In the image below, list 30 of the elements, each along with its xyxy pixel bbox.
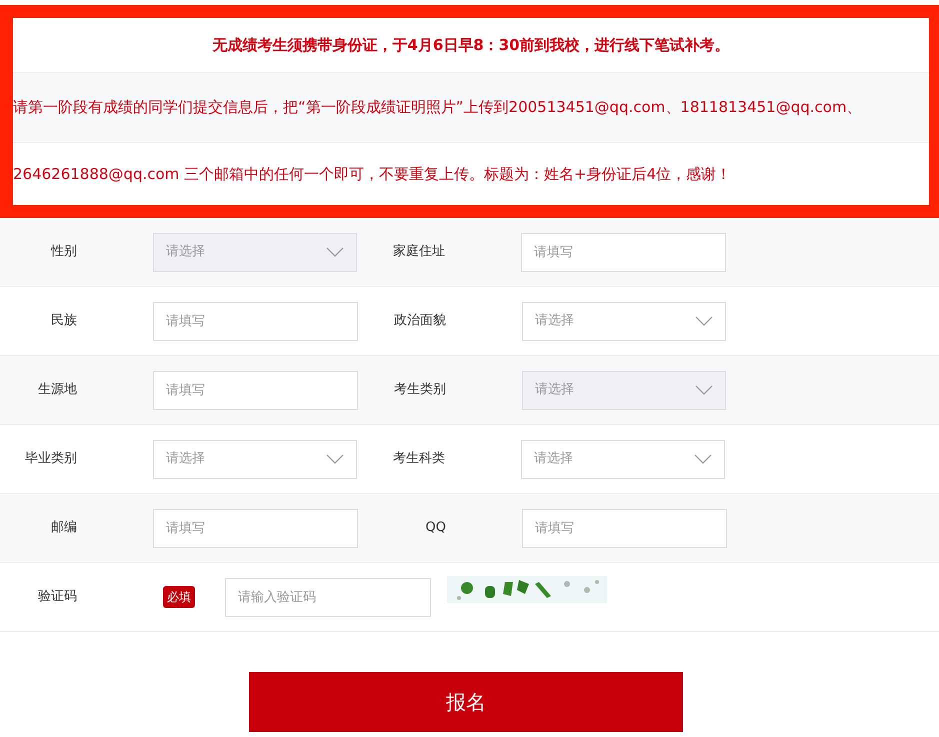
field-label: 毕业类别 (24, 450, 77, 468)
submit-button[interactable]: 报名 (249, 672, 683, 732)
select-field[interactable]: 请选择 (522, 302, 726, 340)
field-label: 考生类别 (393, 381, 446, 400)
field-label: 考生科类 (392, 450, 445, 468)
field-label: 性别 (50, 243, 77, 262)
chevron-down-icon (695, 385, 713, 395)
select-field[interactable]: 请选择 (521, 440, 725, 478)
chevron-down-icon (695, 316, 713, 326)
field-label: 政治面貌 (393, 312, 446, 330)
select-field[interactable]: 请选择 (153, 440, 357, 478)
required-tag: 必填 (163, 586, 195, 608)
field-label: 验证码 (37, 588, 77, 606)
input-field[interactable]: 请填写 (153, 508, 358, 548)
input-field[interactable]: 请填写 (521, 232, 726, 272)
chevron-down-icon (326, 247, 344, 257)
field-label: 邮编 (50, 519, 77, 538)
field-label: 家庭住址 (392, 243, 445, 262)
input-field[interactable]: 请填写 (153, 370, 358, 410)
notice-text: 2646261888@qq.com 三个邮箱中的任何一个即可，不要重复上传。标题为：姓名+身份证后4位，感谢！ (13, 164, 732, 185)
field-label: 生源地 (37, 381, 77, 400)
field-label: QQ (424, 519, 446, 538)
notice-text: 请第一阶段有成绩的同学们提交信息后，把“第一阶段成绩证明照片”上传到200513451@qq.com、1811813451@qq.com、 (13, 97, 862, 118)
notice-heading: 无成绩考生须携带身份证，于4月6日早8：30前到我校，进行线下笔试补考。 (212, 34, 730, 56)
input-field[interactable]: 请填写 (153, 302, 358, 340)
field-label: 民族 (50, 312, 77, 330)
chevron-down-icon (694, 454, 712, 464)
captcha-input[interactable]: 请输入验证码 (225, 578, 431, 616)
input-field[interactable]: 请填写 (522, 508, 727, 548)
chevron-down-icon (326, 454, 344, 464)
